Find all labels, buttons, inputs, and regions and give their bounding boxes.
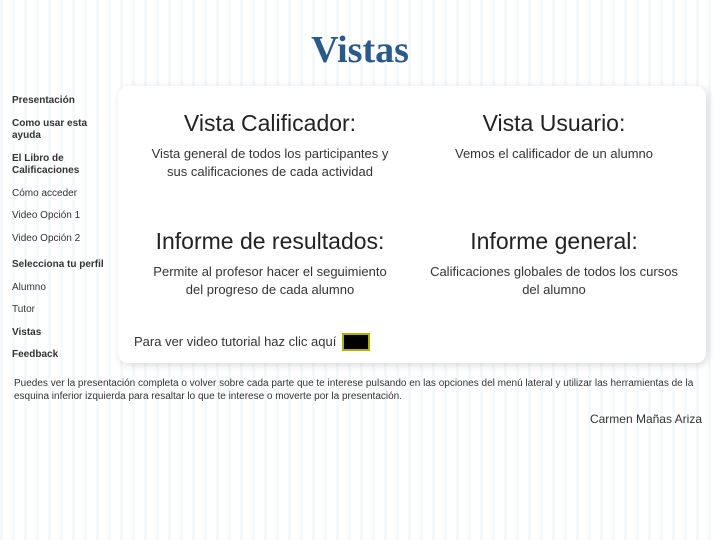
sidebar-item-vistas[interactable]: Vistas [8, 322, 118, 345]
view-resultados-desc: Permite al profesor hacer el seguimiento… [134, 263, 406, 298]
view-resultados-title: Informe de resultados: [134, 228, 406, 255]
sidebar-item-alumno[interactable]: Alumno [8, 277, 118, 300]
view-general: Informe general: Calificaciones globales… [418, 228, 690, 322]
view-calificador-desc: Vista general de todos los participantes… [134, 145, 406, 180]
view-usuario-desc: Vemos el calificador de un alumno [418, 145, 690, 163]
page-title: Vistas [311, 28, 409, 72]
author-name: Carmen Mañas Ariza [0, 408, 720, 426]
sidebar-item-tutor[interactable]: Tutor [8, 299, 118, 322]
view-calificador: Vista Calificador: Vista general de todo… [134, 110, 406, 204]
sidebar-item-presentacion[interactable]: Presentación [8, 90, 118, 113]
view-calificador-title: Vista Calificador: [134, 110, 406, 137]
sidebar-item-video-opcion-1[interactable]: Video Opción 1 [8, 205, 118, 228]
sidebar-item-libro-calificaciones[interactable]: El Libro de Calificaciones [8, 148, 118, 183]
sidebar-item-video-opcion-2[interactable]: Video Opción 2 [8, 228, 118, 251]
view-usuario: Vista Usuario: Vemos el calificador de u… [418, 110, 690, 204]
view-general-desc: Calificaciones globales de todos los cur… [418, 263, 690, 298]
video-hint-text: Para ver video tutorial haz clic aquí [134, 334, 336, 349]
sidebar-item-selecciona-perfil[interactable]: Selecciona tu perfil [8, 254, 118, 277]
sidebar-item-como-acceder[interactable]: Cómo acceder [8, 183, 118, 206]
view-resultados: Informe de resultados: Permite al profes… [134, 228, 406, 322]
footer-text: Puedes ver la presentación completa o vo… [14, 377, 706, 404]
sidebar-item-feedback[interactable]: Feedback [8, 344, 118, 367]
sidebar: Presentación Como usar esta ayuda El Lib… [8, 82, 118, 367]
main-panel: Vista Calificador: Vista general de todo… [118, 86, 706, 363]
view-usuario-title: Vista Usuario: [418, 110, 690, 137]
sidebar-item-como-usar[interactable]: Como usar esta ayuda [8, 113, 118, 148]
video-icon[interactable] [342, 333, 370, 351]
view-general-title: Informe general: [418, 228, 690, 255]
